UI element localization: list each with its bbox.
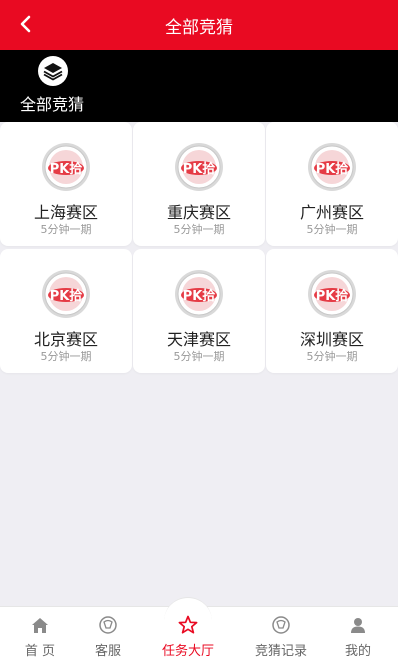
zone-card-guangzhou[interactable]: PK拾 广州赛区 5分钟一期	[266, 122, 398, 246]
zone-interval: 5分钟一期	[306, 223, 358, 236]
home-icon	[30, 615, 50, 635]
tab-guess-records[interactable]: 竞猜记录	[241, 607, 321, 661]
tab-label: 竞猜记录	[254, 644, 307, 659]
svg-text:PK拾: PK拾	[183, 161, 216, 177]
zone-interval: 5分钟一期	[173, 223, 225, 236]
record-icon	[271, 615, 291, 635]
bottom-tab-bar: 首 页 客服 任务大厅 竞猜记录 我的	[0, 597, 398, 661]
customer-service-icon	[98, 615, 118, 635]
svg-text:PK拾: PK拾	[50, 288, 83, 304]
pk10-logo-icon: PK拾	[175, 143, 223, 191]
tab-task-hall[interactable]: 任务大厅	[148, 607, 228, 661]
zone-name: 重庆赛区	[166, 203, 231, 222]
svg-text:PK拾: PK拾	[50, 161, 83, 177]
star-icon	[178, 615, 198, 635]
svg-text:PK拾: PK拾	[316, 161, 349, 177]
zone-card-tianjin[interactable]: PK拾 天津赛区 5分钟一期	[133, 249, 265, 373]
zone-card-shanghai[interactable]: PK拾 上海赛区 5分钟一期	[0, 122, 132, 246]
svg-text:PK拾: PK拾	[183, 288, 216, 304]
pk10-logo-icon: PK拾	[42, 270, 90, 318]
page-title: 全部竞猜	[165, 18, 233, 38]
pk10-logo-icon: PK拾	[308, 270, 356, 318]
pk10-logo-icon: PK拾	[175, 270, 223, 318]
user-icon	[348, 615, 368, 635]
tab-label: 任务大厅	[161, 644, 214, 659]
category-bar: 全部竞猜	[0, 50, 398, 122]
svg-text:PK拾: PK拾	[316, 288, 349, 304]
zone-name: 天津赛区	[166, 330, 231, 349]
category-label[interactable]: 全部竞猜	[20, 91, 84, 115]
category-all[interactable]	[38, 56, 68, 86]
zone-interval: 5分钟一期	[173, 350, 225, 363]
zone-card-shenzhen[interactable]: PK拾 深圳赛区 5分钟一期	[266, 249, 398, 373]
zone-interval: 5分钟一期	[40, 223, 92, 236]
layers-icon	[43, 63, 63, 81]
zone-grid: PK拾 上海赛区 5分钟一期 PK拾 重庆赛区 5分钟一期 PK拾 广州赛区 5…	[0, 122, 398, 373]
tab-label: 我的	[344, 644, 371, 659]
zone-name: 广州赛区	[299, 203, 364, 222]
zone-name: 上海赛区	[33, 203, 98, 222]
zone-name: 北京赛区	[33, 330, 98, 349]
pk10-logo-icon: PK拾	[42, 143, 90, 191]
tab-customer-service[interactable]: 客服	[68, 607, 148, 661]
pk10-logo-icon: PK拾	[308, 143, 356, 191]
header-bar: 全部竞猜	[0, 0, 398, 50]
zone-card-chongqing[interactable]: PK拾 重庆赛区 5分钟一期	[133, 122, 265, 246]
tab-label: 客服	[94, 644, 121, 659]
zone-interval: 5分钟一期	[306, 350, 358, 363]
zone-name: 深圳赛区	[299, 330, 364, 349]
zone-interval: 5分钟一期	[40, 350, 92, 363]
zone-card-beijing[interactable]: PK拾 北京赛区 5分钟一期	[0, 249, 132, 373]
tab-mine[interactable]: 我的	[318, 607, 398, 661]
